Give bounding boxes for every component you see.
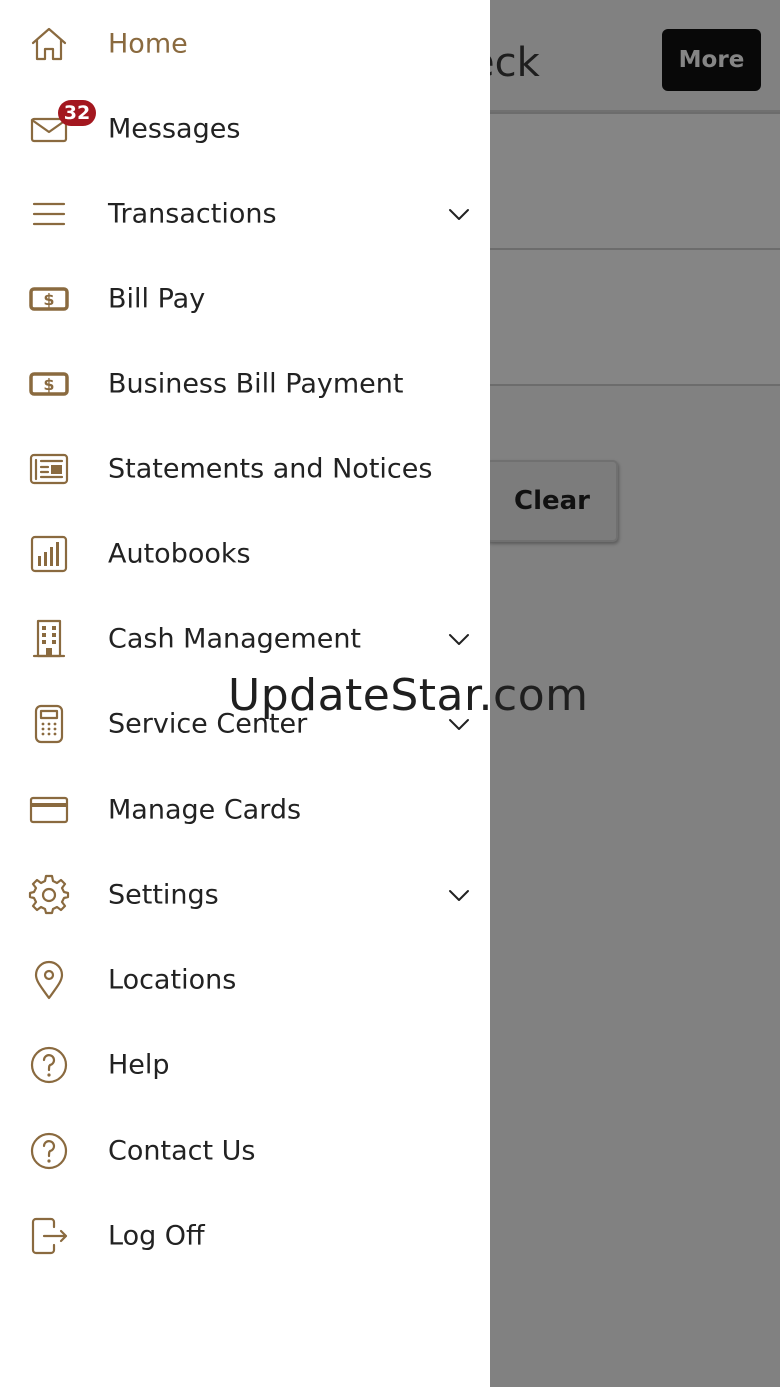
menu-item-locations[interactable]: Locations [0, 937, 490, 1022]
menu-item-business-bill-payment[interactable]: $ Business Bill Payment [0, 341, 490, 426]
menu-label-autobooks: Autobooks [108, 538, 251, 569]
chevron-down-icon[interactable] [447, 883, 471, 907]
menu-item-contact-us[interactable]: Contact Us [0, 1108, 490, 1193]
newspaper-icon [28, 448, 70, 490]
home-icon [28, 23, 70, 65]
building-icon [28, 618, 70, 660]
menu-item-cash-management[interactable]: Cash Management [0, 596, 490, 681]
watermark-text: UpdateStar.com [228, 670, 589, 721]
menu-item-messages[interactable]: Messages [0, 86, 490, 171]
dollar-bill-icon: $ [28, 278, 70, 320]
menu-item-settings[interactable]: Settings [0, 852, 490, 937]
menu-label-settings: Settings [108, 879, 219, 910]
svg-text:$: $ [43, 290, 54, 309]
menu-label-home: Home [108, 28, 188, 59]
menu-label-transactions: Transactions [108, 198, 277, 229]
unread-count-badge: 32 [58, 100, 96, 126]
menu-item-help[interactable]: Help [0, 1022, 490, 1107]
menu-label-log-off: Log Off [108, 1220, 205, 1251]
calculator-icon [28, 703, 70, 745]
menu-item-transactions[interactable]: Transactions [0, 171, 490, 256]
menu-label-statements: Statements and Notices [108, 453, 433, 484]
menu-label-locations: Locations [108, 964, 237, 995]
question-circle-icon [28, 1130, 70, 1172]
list-icon [28, 193, 70, 235]
question-circle-icon [28, 1044, 70, 1086]
menu-label-contact-us: Contact Us [108, 1135, 256, 1166]
menu-item-bill-pay[interactable]: $ Bill Pay [0, 256, 490, 341]
menu-item-statements[interactable]: Statements and Notices [0, 426, 490, 511]
chevron-down-icon[interactable] [447, 202, 471, 226]
dollar-bill-icon: $ [28, 363, 70, 405]
chevron-down-icon[interactable] [447, 627, 471, 651]
menu-item-autobooks[interactable]: Autobooks [0, 511, 490, 596]
menu-label-business-bill-payment: Business Bill Payment [108, 368, 404, 399]
gear-icon [28, 874, 70, 916]
credit-card-icon [28, 789, 70, 831]
bar-chart-icon [28, 533, 70, 575]
menu-label-bill-pay: Bill Pay [108, 283, 206, 314]
menu-item-manage-cards[interactable]: Manage Cards [0, 767, 490, 852]
menu-label-help: Help [108, 1049, 170, 1080]
menu-item-home[interactable]: Home [0, 1, 490, 86]
logout-icon [28, 1215, 70, 1257]
map-pin-icon [28, 959, 70, 1001]
menu-label-manage-cards: Manage Cards [108, 794, 302, 825]
menu-label-messages: Messages [108, 113, 241, 144]
menu-label-cash-management: Cash Management [108, 623, 362, 654]
svg-text:$: $ [43, 375, 54, 394]
menu-item-log-off[interactable]: Log Off [0, 1193, 490, 1278]
